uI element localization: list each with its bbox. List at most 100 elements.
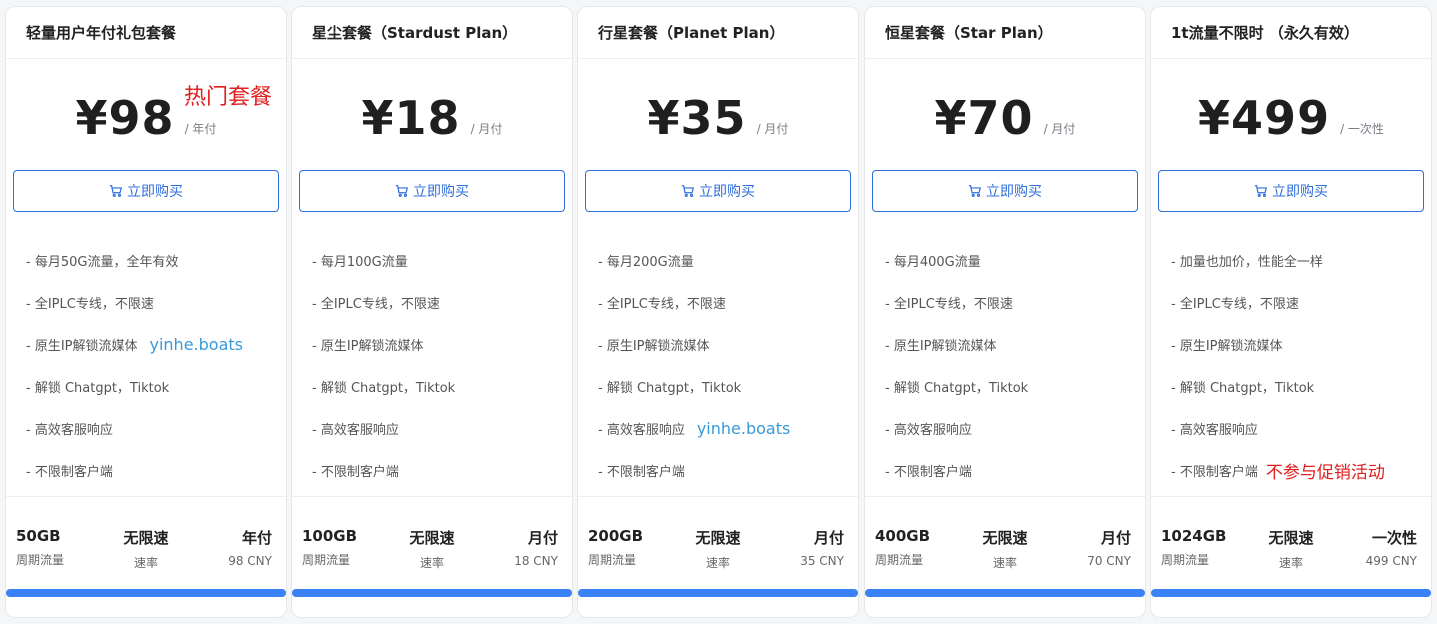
plan-title: 1t流量不限时 （永久有效）	[1151, 7, 1431, 59]
plan-title: 轻量用户年付礼包套餐	[6, 7, 286, 59]
price-line: ¥18 / 月付	[292, 93, 572, 143]
price-amount: ¥70	[934, 91, 1034, 145]
feature-text: - 全IPLC专线，不限速	[598, 296, 726, 312]
feature-text: - 不限制客户端	[1171, 464, 1258, 480]
feature-item: - 原生IP解锁流媒体	[885, 323, 1135, 365]
price-amount: ¥499	[1198, 91, 1331, 145]
feature-item: - 每月100G流量	[312, 239, 562, 281]
feature-item: - 全IPLC专线，不限速	[312, 281, 562, 323]
stat-value: 一次性	[1371, 529, 1417, 547]
stat-label: 70 CNY	[1087, 554, 1131, 568]
billing-stat: 月付 70 CNY	[1087, 527, 1131, 568]
feature-item: - 每月400G流量	[885, 239, 1135, 281]
feature-item: - 原生IP解锁流媒体	[1171, 323, 1421, 365]
accent-bar	[1151, 589, 1431, 597]
feature-list: - 每月200G流量 - 全IPLC专线，不限速 - 原生IP解锁流媒体 - 解锁 C…	[598, 239, 848, 491]
billing-stat: 月付 18 CNY	[514, 527, 558, 568]
feature-text: - 解锁 Chatgpt，Tiktok	[885, 380, 1029, 396]
cart-icon	[395, 185, 409, 197]
price-amount: ¥98	[75, 91, 175, 145]
plan-stats: 400GB 周期流量 无限速 速率 月付 70 CNY	[865, 496, 1145, 581]
price-section: ¥18 / 月付	[292, 59, 572, 169]
feature-item: - 全IPLC专线，不限速	[598, 281, 848, 323]
cart-icon	[109, 185, 123, 197]
buy-button[interactable]: 立即购买	[299, 170, 565, 212]
buy-button[interactable]: 立即购买	[1158, 170, 1424, 212]
feature-text: - 高效客服响应	[1171, 422, 1258, 438]
buy-button[interactable]: 立即购买	[872, 170, 1138, 212]
feature-item: - 全IPLC专线，不限速	[885, 281, 1135, 323]
stat-label: 35 CNY	[800, 554, 844, 568]
plan-title: 恒星套餐（Star Plan）	[865, 7, 1145, 59]
price-line: ¥499 / 一次性	[1151, 93, 1431, 143]
feature-text: - 全IPLC专线，不限速	[1171, 296, 1299, 312]
buy-button-label: 立即购买	[1272, 183, 1328, 199]
stat-value: 月付	[813, 529, 844, 547]
feature-list: - 每月400G流量 - 全IPLC专线，不限速 - 原生IP解锁流媒体 - 解锁 C…	[885, 239, 1135, 491]
price-line: ¥70 / 月付	[865, 93, 1145, 143]
feature-item: - 高效客服响应 yinhe.boats	[598, 407, 848, 449]
feature-item: - 每月200G流量	[598, 239, 848, 281]
feature-text: - 解锁 Chatgpt，Tiktok	[26, 380, 170, 396]
feature-text: - 高效客服响应	[312, 422, 399, 438]
accent-bar	[578, 589, 858, 597]
price-period: / 月付	[1043, 122, 1076, 136]
feature-text: - 高效客服响应	[598, 422, 685, 438]
feature-list: - 每月50G流量，全年有效 - 全IPLC专线，不限速 - 原生IP解锁流媒体 yi…	[26, 239, 276, 491]
price-amount: ¥18	[361, 91, 461, 145]
billing-stat: 一次性 499 CNY	[1366, 527, 1417, 568]
stat-label: 98 CNY	[228, 554, 272, 568]
buy-button[interactable]: 立即购买	[585, 170, 851, 212]
stat-value: 年付	[241, 529, 272, 547]
price-period: / 月付	[470, 122, 503, 136]
stat-value: 月付	[527, 529, 558, 547]
feature-list: - 加量也加价，性能全一样 - 全IPLC专线，不限速 - 原生IP解锁流媒体 - 解…	[1171, 239, 1421, 491]
plan-stats: 100GB 周期流量 无限速 速率 月付 18 CNY	[292, 496, 572, 581]
plan-stats: 50GB 周期流量 无限速 速率 年付 98 CNY	[6, 496, 286, 581]
price-amount: ¥35	[647, 91, 747, 145]
feature-text: - 每月50G流量，全年有效	[26, 254, 179, 270]
feature-item: - 原生IP解锁流媒体 yinhe.boats	[26, 323, 276, 365]
buy-button[interactable]: 立即购买	[13, 170, 279, 212]
plan-title: 星尘套餐（Stardust Plan）	[292, 7, 572, 59]
feature-text: - 解锁 Chatgpt，Tiktok	[312, 380, 456, 396]
cart-icon	[968, 185, 982, 197]
site-annotation: yinhe.boats	[696, 418, 791, 438]
feature-text: - 原生IP解锁流媒体	[1171, 338, 1283, 354]
accent-bar	[292, 589, 572, 597]
feature-list: - 每月100G流量 - 全IPLC专线，不限速 - 原生IP解锁流媒体 - 解锁 C…	[312, 239, 562, 491]
feature-item: - 不限制客户端	[312, 449, 562, 491]
plan-stats: 1024GB 周期流量 无限速 速率 一次性 499 CNY	[1151, 496, 1431, 581]
plan-card: 1t流量不限时 （永久有效） ¥499 / 一次性立即购买 - 加量也加价，性能全一样…	[1150, 6, 1432, 618]
accent-bar	[865, 589, 1145, 597]
feature-text: - 原生IP解锁流媒体	[598, 338, 710, 354]
hot-badge: 热门套餐	[183, 85, 272, 110]
feature-item: - 解锁 Chatgpt，Tiktok	[26, 365, 276, 407]
price-section: ¥98 / 年付 热门套餐	[6, 59, 286, 169]
promo-note: 不参与促销活动	[1265, 462, 1385, 483]
buy-button-label: 立即购买	[413, 183, 469, 199]
feature-item: - 加量也加价，性能全一样	[1171, 239, 1421, 281]
feature-item: - 全IPLC专线，不限速	[26, 281, 276, 323]
plan-card: 星尘套餐（Stardust Plan） ¥18 / 月付立即购买 - 每月100G流量…	[291, 6, 573, 618]
buy-button-label: 立即购买	[127, 183, 183, 199]
feature-text: - 每月100G流量	[312, 254, 408, 270]
feature-item: - 高效客服响应	[1171, 407, 1421, 449]
feature-item: - 原生IP解锁流媒体	[598, 323, 848, 365]
feature-text: - 原生IP解锁流媒体	[885, 338, 997, 354]
price-section: ¥499 / 一次性	[1151, 59, 1431, 169]
feature-text: - 每月200G流量	[598, 254, 694, 270]
feature-text: - 高效客服响应	[26, 422, 113, 438]
site-annotation: yinhe.boats	[149, 334, 243, 354]
feature-item: - 全IPLC专线，不限速	[1171, 281, 1421, 323]
feature-text: - 高效客服响应	[885, 422, 972, 438]
cart-icon	[1254, 185, 1268, 197]
buy-button-label: 立即购买	[699, 183, 755, 199]
feature-text: - 全IPLC专线，不限速	[26, 296, 154, 312]
plan-stats: 200GB 周期流量 无限速 速率 月付 35 CNY	[578, 496, 858, 581]
stat-label: 499 CNY	[1365, 554, 1417, 568]
plan-card: 行星套餐（Planet Plan） ¥35/ 月付 立即购买 - 每月200G流量 - …	[577, 6, 859, 618]
price-group: ¥35 / 月付	[648, 93, 789, 143]
buy-button-label: 立即购买	[986, 183, 1042, 199]
feature-text: - 解锁 Chatgpt，Tiktok	[1171, 380, 1315, 396]
